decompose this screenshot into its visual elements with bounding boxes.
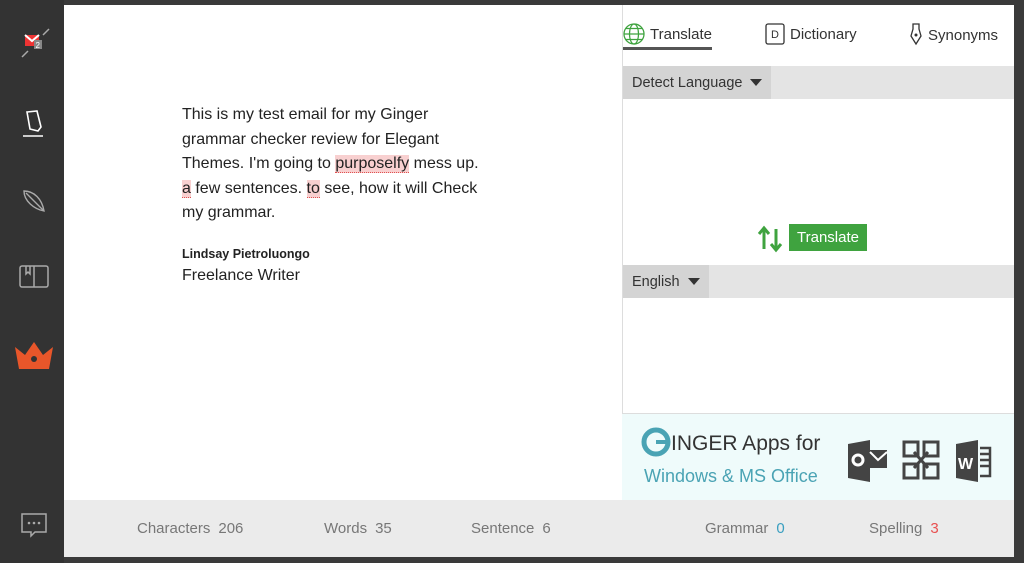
office-apps-icon: W — [848, 440, 992, 482]
status-bar: Characters 206 Words 35 Sentence 6 Grammar 0… — [64, 500, 1014, 557]
gmail-collapse-icon: 2 — [21, 28, 50, 58]
sentence-count: Sentence 6 — [471, 520, 551, 537]
sidebar: 2 — [0, 0, 64, 563]
sidebar-item-rephrase[interactable] — [14, 181, 54, 221]
caret-down-icon — [750, 79, 763, 86]
dictionary-icon: D — [765, 23, 785, 45]
gmail-collapse-button[interactable]: 2 — [14, 25, 54, 65]
words-count: Words 35 — [324, 520, 392, 537]
chat-button[interactable] — [14, 505, 54, 545]
spelling-error[interactable]: a — [182, 179, 191, 198]
ginger-logo-icon — [641, 427, 671, 457]
tab-synonyms[interactable]: Synonyms — [909, 23, 998, 47]
text-editor[interactable]: This is my test email for my Ginger gram… — [182, 103, 482, 288]
crown-icon — [15, 342, 53, 369]
tab-translate[interactable]: Translate — [623, 23, 712, 50]
translation-output — [623, 298, 1014, 414]
svg-text:W: W — [958, 456, 974, 473]
chat-icon — [21, 513, 47, 538]
svg-text:2: 2 — [36, 41, 41, 50]
signature-title: Freelance Writer — [182, 266, 300, 284]
ginger-window: This is my test email for my Ginger gram… — [64, 5, 1014, 557]
sidebar-item-grammar[interactable] — [14, 104, 54, 144]
email-body[interactable]: This is my test email for my Ginger gram… — [182, 103, 482, 226]
characters-count: Characters 206 — [137, 520, 244, 537]
spelling-error[interactable]: purposelfy — [335, 155, 410, 173]
signature-name: Lindsay Pietroluongo — [182, 246, 310, 261]
book-icon — [19, 265, 49, 288]
grammar-count[interactable]: Grammar 0 — [705, 520, 785, 537]
spelling-count[interactable]: Spelling 3 — [869, 520, 939, 537]
svg-text:D: D — [771, 29, 779, 41]
sidebar-item-dictionary[interactable] — [14, 257, 54, 297]
globe-icon — [623, 23, 645, 45]
source-language-select[interactable]: Detect Language — [623, 66, 772, 99]
tab-dictionary[interactable]: D Dictionary — [765, 23, 857, 45]
translate-button[interactable]: Translate — [789, 224, 867, 251]
ginger-apps-banner[interactable]: INGER Apps for Windows & MS Office W — [622, 413, 1014, 500]
highlighter-icon — [23, 110, 43, 137]
swap-icon[interactable] — [757, 223, 783, 255]
target-language-select[interactable]: English — [623, 265, 709, 298]
caret-down-icon — [687, 278, 700, 285]
feather-icon — [23, 190, 45, 212]
spelling-error[interactable]: to — [306, 179, 320, 198]
pen-nib-icon — [910, 23, 922, 46]
source-text-area[interactable]: Translate — [623, 99, 1014, 265]
sidebar-item-premium[interactable] — [14, 336, 54, 376]
